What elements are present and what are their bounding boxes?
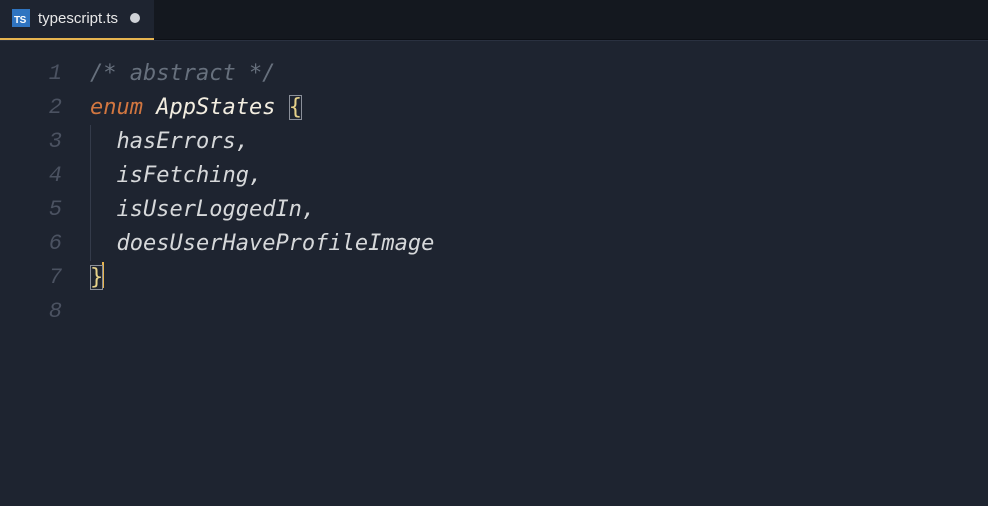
type-name-token: AppStates <box>156 95 275 120</box>
line-number: 5 <box>0 193 90 227</box>
line-number: 3 <box>0 125 90 159</box>
comment-token: /* abstract */ <box>90 61 275 86</box>
brace-open-token: { <box>289 95 302 120</box>
code-line: hasErrors, <box>90 125 988 159</box>
brace-close-token: } <box>90 265 103 290</box>
line-number: 8 <box>0 295 90 329</box>
enum-member-token: hasErrors <box>117 129 236 154</box>
typescript-file-icon: TS <box>12 9 30 27</box>
enum-member-token: isFetching <box>117 163 249 188</box>
tab-bar: TS typescript.ts <box>0 0 988 40</box>
line-number: 6 <box>0 227 90 261</box>
code-line <box>90 295 988 329</box>
comma-token: , <box>236 129 249 154</box>
line-number: 2 <box>0 91 90 125</box>
comma-token: , <box>302 197 315 222</box>
code-line: enum AppStates { <box>90 91 988 125</box>
line-number-gutter: 1 2 3 4 5 6 7 8 <box>0 41 90 506</box>
code-line: } <box>90 261 988 295</box>
line-number: 1 <box>0 57 90 91</box>
enum-member-token: isUserLoggedIn <box>117 197 302 222</box>
code-line: isUserLoggedIn, <box>90 193 988 227</box>
code-line: doesUserHaveProfileImage <box>90 227 988 261</box>
dirty-indicator-icon <box>130 13 140 23</box>
line-number: 4 <box>0 159 90 193</box>
tab-bar-empty <box>154 0 988 40</box>
line-number: 7 <box>0 261 90 295</box>
tab-title: typescript.ts <box>38 10 118 27</box>
tab-typescript[interactable]: TS typescript.ts <box>0 0 154 40</box>
keyword-token: enum <box>90 95 143 120</box>
editor[interactable]: 1 2 3 4 5 6 7 8 /* abstract */ enum AppS… <box>0 40 988 506</box>
comma-token: , <box>249 163 262 188</box>
text-cursor <box>102 262 104 288</box>
code-line: isFetching, <box>90 159 988 193</box>
code-line: /* abstract */ <box>90 57 988 91</box>
enum-member-token: doesUserHaveProfileImage <box>117 231 435 256</box>
code-area[interactable]: /* abstract */ enum AppStates { hasError… <box>90 41 988 506</box>
